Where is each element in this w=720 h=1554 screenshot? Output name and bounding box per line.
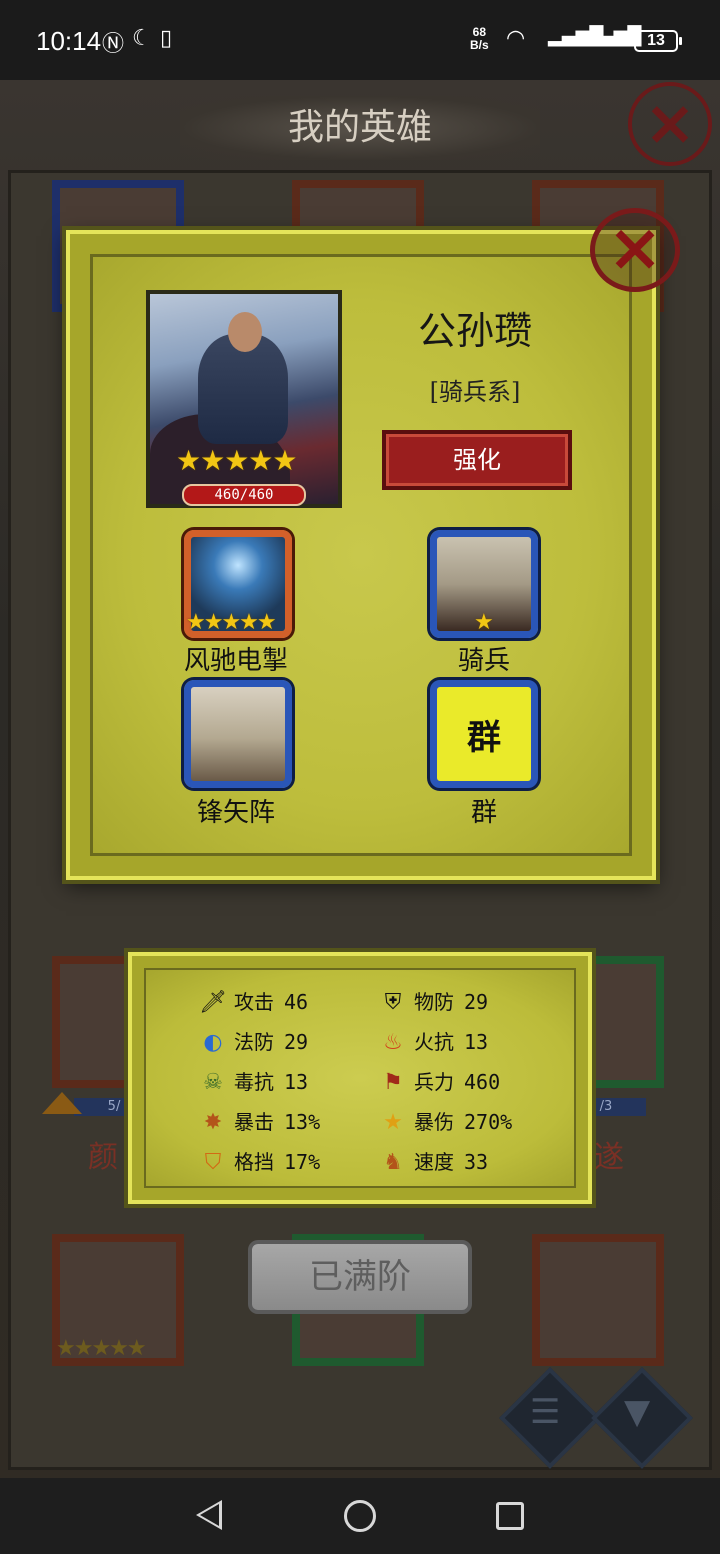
horse-icon: ♞ [383, 1150, 403, 1175]
vibrate-icon: ▯ [160, 26, 173, 51]
skill-label: 锋矢阵 [196, 798, 275, 828]
back-icon[interactable] [196, 1500, 222, 1530]
wifi-icon: ◠ [506, 26, 526, 51]
hero-stars: ★★★★★ [176, 444, 298, 477]
max-rank-button[interactable]: 已满阶 [248, 1240, 472, 1314]
skill-faction[interactable]: 群 [430, 680, 538, 788]
stat-poison-res: ☠ 毒抗 13 [198, 1066, 308, 1095]
list-icon: ☰ [530, 1392, 561, 1432]
stat-magic-def: ◐ 法防 29 [198, 1026, 308, 1055]
stat-phys-def: ⛨ 物防 29 [378, 986, 488, 1015]
page-title: 我的英雄 [180, 96, 540, 160]
magic-shield-icon: ◐ [203, 1030, 223, 1055]
poison-icon: ☠ [203, 1070, 223, 1095]
skill-label: 群 [470, 798, 497, 828]
stat-attack: 🗡 攻击 46 [199, 990, 309, 1015]
stat-troops: ⚑ 兵力 460 [378, 1066, 500, 1095]
filter-icon: ▼ [624, 1392, 651, 1432]
upgrade-arrow-icon [42, 1092, 82, 1114]
armor-icon: ⛨ [384, 990, 402, 1015]
crit-icon: ✸ [203, 1110, 223, 1135]
moon-icon: ☾ [132, 26, 152, 51]
system-nav-bar [0, 1478, 720, 1554]
net-speed-unit: B/s [470, 38, 489, 52]
nfc-icon: Ⓝ [102, 32, 125, 57]
close-icon[interactable]: × [628, 82, 712, 166]
fire-icon: ♨ [383, 1030, 403, 1055]
status-time: 10:14 [36, 26, 102, 56]
home-icon[interactable] [344, 1500, 376, 1532]
sword-icon: 🗡 [199, 990, 227, 1015]
recents-icon[interactable] [496, 1502, 524, 1530]
skill-label: 骑兵 [457, 646, 510, 676]
dialog-close-icon[interactable]: × [590, 208, 680, 292]
shield-icon: ⛉ [204, 1150, 222, 1175]
hero-class: [骑兵系] [429, 378, 521, 406]
star-burst-icon: ★ [383, 1110, 403, 1135]
hero-name: 公孙瓒 [417, 309, 532, 353]
skill-stars: ★★★★★ [186, 610, 277, 635]
hero-card-stars: ★★★★★ [56, 1336, 147, 1361]
hero-troops-bar: 460/460 [182, 484, 306, 506]
strengthen-button[interactable]: 强化 [382, 430, 572, 490]
faction-badge: 群 [467, 717, 501, 758]
hero-card-name: 颜 [88, 1140, 118, 1175]
stat-crit-dmg: ★ 暴伤 270% [378, 1106, 512, 1135]
banner-icon: ⚑ [383, 1070, 403, 1095]
stat-block: ⛉ 格挡 17% [198, 1146, 320, 1175]
hero-card[interactable] [532, 1234, 664, 1366]
stat-fire-res: ♨ 火抗 13 [378, 1026, 488, 1055]
stat-speed: ♞ 速度 33 [378, 1146, 488, 1175]
battery-icon: 13 [634, 30, 682, 52]
hero-card-name: 遂 [594, 1140, 624, 1175]
skill-stars: ★ [474, 610, 494, 635]
skill-label: 风驰电掣 [183, 646, 288, 676]
stat-crit: ✸ 暴击 13% [198, 1106, 320, 1135]
net-speed: 68 B/s [470, 26, 489, 52]
status-bar: 10:14 Ⓝ ☾ ▯ 68 B/s ◠ ▂▄▆█ ▂▄▆█ 13 [0, 0, 720, 80]
skill-arrow-formation[interactable] [184, 680, 292, 788]
